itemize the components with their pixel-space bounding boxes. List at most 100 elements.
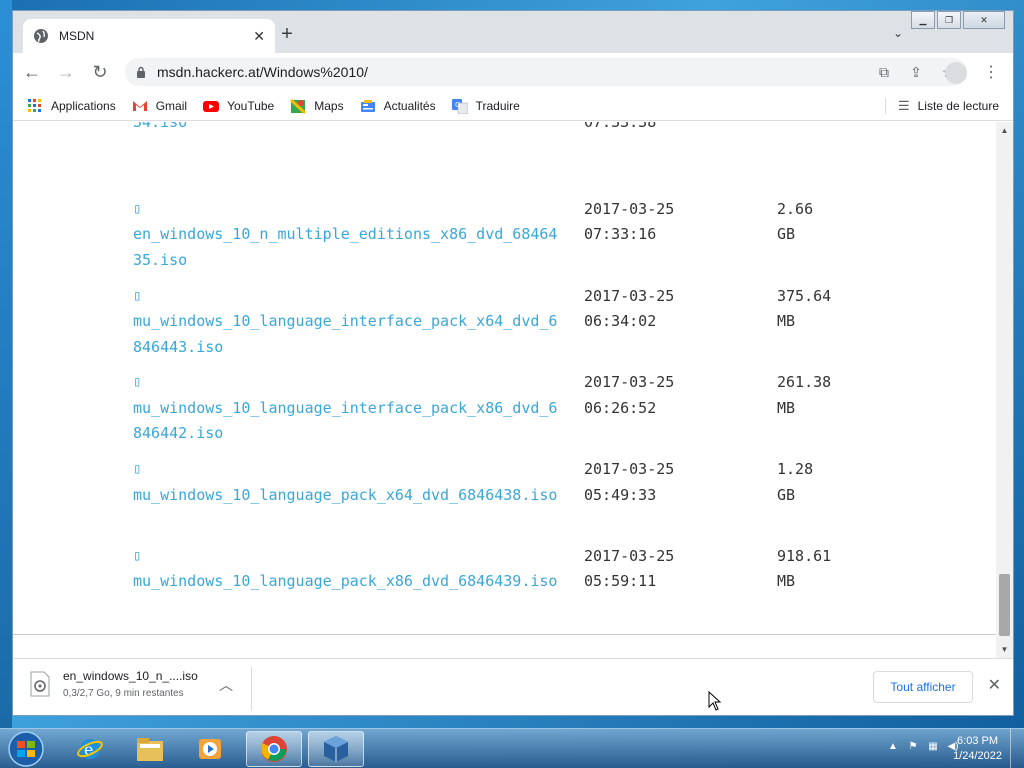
close-download-bar-icon[interactable]: ✕ — [988, 675, 1001, 695]
bookmarks-bar: Applications Gmail YouTube Maps Actualit… — [13, 91, 1013, 121]
file-explorer-button[interactable] — [122, 731, 178, 767]
file-size: 2.66 GB — [777, 199, 814, 244]
gmail-icon — [132, 100, 147, 111]
page-content: en_windows_10_n_multiple_editions_x64_dv… — [13, 122, 1013, 634]
broken-image-icon: ▯ — [133, 547, 142, 564]
svg-text:G: G — [455, 101, 460, 109]
reading-list-button[interactable]: ☰ Liste de lecture — [884, 98, 999, 114]
virtualbox-button[interactable] — [308, 731, 364, 767]
internet-explorer-icon: e — [77, 739, 103, 759]
broken-image-icon: ▯ — [133, 287, 142, 304]
tab-title: MSDN — [59, 29, 95, 43]
minimize-button[interactable]: ▁ — [911, 11, 935, 29]
bookmark-label: Gmail — [155, 98, 188, 113]
url-text[interactable]: msdn.hackerc.at/Windows%2010/ — [157, 64, 875, 80]
file-time: 07:33:16 — [584, 225, 657, 244]
clock-time: 6:03 PM — [957, 735, 999, 747]
lock-icon — [137, 66, 145, 78]
file-icon — [30, 671, 50, 697]
clock[interactable]: 6:03 PM 1/24/2022 — [953, 734, 1002, 764]
chrome-button[interactable] — [246, 731, 302, 767]
action-center-flag-icon[interactable]: ⚑ — [906, 740, 920, 754]
mouse-cursor-icon — [708, 691, 722, 711]
bookmark-gmail[interactable]: Gmail — [132, 98, 187, 114]
file-link[interactable]: mu_windows_10_language_pack_x86_dvd_6846… — [133, 572, 557, 590]
bookmark-translate[interactable]: G Traduire — [451, 98, 520, 114]
address-bar[interactable]: msdn.hackerc.at/Windows%2010/ ⧉ ⇪ ☆ — [125, 58, 967, 86]
download-item[interactable]: en_windows_10_n_....iso 0,3/2,7 Go, 9 mi… — [29, 669, 198, 699]
media-player-icon — [199, 739, 221, 759]
forward-button[interactable]: → — [51, 57, 81, 87]
file-size: 1.28 GB — [777, 460, 814, 504]
maps-icon — [290, 98, 307, 114]
file-time: 05:59:11 — [584, 572, 657, 591]
tab-msdn[interactable]: MSDN ✕ — [23, 19, 275, 53]
show-desktop-button[interactable] — [1010, 729, 1024, 768]
browser-window: MSDN ✕ + ⌄ ▁ ❐ ✕ ← → ↻ msdn.hackerc.at/W… — [12, 10, 1014, 716]
profile-avatar[interactable] — [945, 62, 967, 84]
translate-page-icon[interactable]: ⧉ — [875, 63, 893, 81]
file-date: 2017-03-25 — [584, 286, 675, 305]
translate-icon: G — [451, 98, 468, 114]
tab-strip: MSDN ✕ + ⌄ ▁ ❐ ✕ — [13, 11, 1013, 53]
network-icon[interactable]: ▦ — [926, 740, 940, 754]
system-tray: ▲ ⚑ ▦ ◀) — [886, 740, 960, 754]
file-time: 06:34:02 — [584, 312, 657, 331]
scroll-down-arrow-icon[interactable]: ▼ — [996, 641, 1013, 658]
bookmark-maps[interactable]: Maps — [290, 98, 344, 114]
close-window-button[interactable]: ✕ — [963, 11, 1005, 29]
chrome-icon — [261, 736, 287, 762]
globe-icon — [34, 29, 48, 43]
file-size: 375.64 MB — [777, 286, 832, 331]
file-link[interactable]: en_windows_10_n_multiple_editions_x64_dv… — [133, 122, 563, 136]
broken-image-icon: ▯ — [133, 200, 142, 217]
restore-button[interactable]: ❐ — [937, 11, 961, 29]
browser-toolbar: ← → ↻ msdn.hackerc.at/Windows%2010/ ⧉ ⇪ … — [13, 53, 1013, 91]
file-link[interactable]: mu_windows_10_language_interface_pack_x6… — [133, 312, 557, 356]
broken-image-icon: ▯ — [133, 374, 142, 391]
virtualbox-icon — [324, 736, 348, 762]
bookmark-news[interactable]: Actualités — [360, 98, 436, 114]
share-icon[interactable]: ⇪ — [907, 63, 925, 81]
internet-explorer-button[interactable]: e — [62, 731, 118, 767]
vertical-scrollbar[interactable]: ▲ ▼ — [996, 122, 1013, 658]
file-time: 07:33:38 — [584, 122, 657, 131]
bookmark-applications[interactable]: Applications — [27, 98, 116, 114]
close-tab-icon[interactable]: ✕ — [253, 28, 265, 45]
file-link[interactable]: mu_windows_10_language_pack_x64_dvd_6846… — [133, 486, 557, 504]
taskbar: e ▲ ⚑ ▦ ◀) 6:03 PM 1/24/2022 — [0, 728, 1024, 768]
bookmark-label: Traduire — [475, 98, 520, 113]
show-hidden-icons-icon[interactable]: ▲ — [886, 740, 900, 754]
reading-list-icon: ☰ — [897, 98, 910, 113]
bookmark-label: Actualités — [383, 98, 436, 113]
desktop-background — [0, 0, 12, 728]
download-status: 0,3/2,7 Go, 9 min restantes — [63, 688, 184, 699]
scrollbar-thumb[interactable] — [999, 574, 1010, 636]
reload-button[interactable]: ↻ — [85, 57, 115, 87]
file-size: 918.61 MB — [777, 546, 832, 591]
tab-search-chevron-icon[interactable]: ⌄ — [893, 26, 903, 40]
bookmark-label: Applications — [51, 98, 116, 113]
download-filename: en_windows_10_n_....iso — [63, 669, 198, 683]
file-date: 2017-03-25 — [584, 546, 675, 565]
file-date: 2017-03-25 — [584, 199, 675, 218]
download-bar: en_windows_10_n_....iso 0,3/2,7 Go, 9 mi… — [13, 658, 1013, 715]
file-link[interactable]: mu_windows_10_language_interface_pack_x8… — [133, 399, 557, 443]
file-explorer-icon — [137, 738, 163, 761]
bookmark-youtube[interactable]: YouTube — [203, 98, 274, 114]
file-link[interactable]: en_windows_10_n_multiple_editions_x86_dv… — [133, 225, 557, 269]
file-date: 2017-03-25 — [584, 460, 675, 479]
file-time: 06:26:52 — [584, 398, 657, 417]
chevron-up-icon[interactable]: ︿ — [219, 675, 233, 695]
start-button[interactable] — [4, 730, 48, 768]
media-player-button[interactable] — [182, 731, 238, 767]
show-all-button[interactable]: Tout afficher — [873, 671, 973, 703]
back-button[interactable]: ← — [17, 57, 47, 87]
clock-date: 1/24/2022 — [953, 750, 1002, 762]
bookmark-label: YouTube — [227, 98, 275, 113]
menu-dots-icon[interactable]: ⋮ — [983, 62, 999, 82]
broken-image-icon: ▯ — [133, 461, 142, 478]
bookmark-label: Maps — [314, 98, 344, 113]
scroll-up-arrow-icon[interactable]: ▲ — [996, 122, 1013, 139]
new-tab-button[interactable]: + — [276, 23, 298, 45]
